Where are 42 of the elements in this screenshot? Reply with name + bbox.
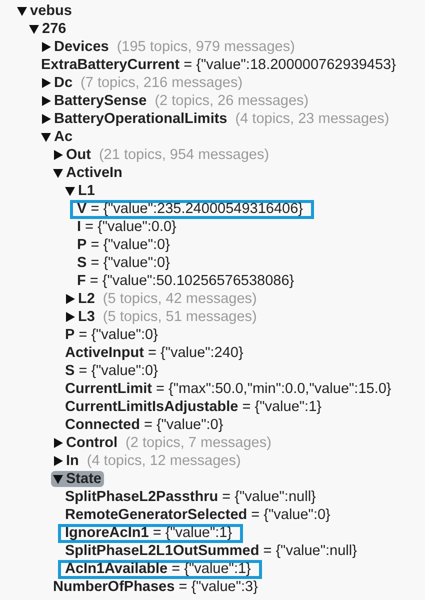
- tree-node[interactable]: L2: [63, 291, 98, 307]
- topic-value: IgnoreAcIn1 = {"value":1}: [58, 524, 244, 542]
- tree-node[interactable]: Out: [51, 147, 94, 163]
- topic-value: ActiveInput = {"value":240}: [64, 344, 244, 362]
- topic-value: NumberOfPhases = {"value":3}: [52, 578, 259, 596]
- tree-node[interactable]: L1: [63, 183, 98, 199]
- tree-node[interactable]: vebus: [15, 3, 75, 19]
- topic-count: (5 topics, 51 messages): [102, 309, 257, 325]
- topic-value: V = {"value":235.24000549316406}: [70, 200, 314, 218]
- topic-count: (4 topics, 23 messages): [235, 111, 390, 127]
- tree-node[interactable]: Dc: [39, 75, 76, 91]
- topic-value: P = {"value":0}: [64, 326, 159, 344]
- tree-node[interactable]: Ac: [39, 129, 76, 145]
- tree-node[interactable]: Control: [51, 435, 121, 451]
- tree-node[interactable]: Devices: [39, 39, 112, 55]
- topic-value: SplitPhaseL2L1OutSummed = {"value":null}: [64, 542, 358, 560]
- topic-value: Connected = {"value":0}: [64, 416, 224, 434]
- tree-node[interactable]: State: [51, 471, 104, 487]
- topic-value: P = {"value":0}: [76, 236, 171, 254]
- tree-node[interactable]: BatterySense: [39, 93, 150, 109]
- tree-node[interactable]: 276: [27, 21, 70, 37]
- topic-value: CurrentLimit = {"max":50.0,"min":0.0,"value":15.0}: [64, 380, 392, 398]
- topic-count: (5 topics, 42 messages): [102, 291, 257, 307]
- topic-value: F = {"value":50.10256576538086}: [76, 272, 296, 290]
- topic-count: (21 topics, 954 messages): [98, 147, 270, 163]
- topic-value: I = {"value":0.0}: [76, 218, 178, 236]
- topic-count: (2 topics, 26 messages): [154, 93, 309, 109]
- topic-value: ExtraBatteryCurrent = {"value":18.200000762939453}: [40, 56, 397, 74]
- topic-value: CurrentLimitIsAdjustable = {"value":1}: [64, 398, 322, 416]
- topic-count: (7 topics, 216 messages): [80, 75, 243, 91]
- topic-value: AcIn1Available = {"value":1}: [58, 560, 262, 578]
- topic-count: (4 topics, 12 messages): [86, 453, 241, 469]
- topic-count: (2 topics, 7 messages): [126, 435, 272, 451]
- topic-value: S = {"value":0}: [64, 362, 159, 380]
- tree-node[interactable]: L3: [63, 309, 98, 325]
- tree-node[interactable]: BatteryOperationalLimits: [39, 111, 230, 127]
- topic-value: RemoteGeneratorSelected = {"value":0}: [64, 506, 332, 524]
- topic-count: (195 topics, 979 messages): [116, 39, 295, 55]
- topic-value: S = {"value":0}: [76, 254, 171, 272]
- tree-node[interactable]: In: [51, 453, 82, 469]
- topic-value: SplitPhaseL2Passthru = {"value":null}: [64, 488, 317, 506]
- tree-node[interactable]: ActiveIn: [51, 165, 126, 181]
